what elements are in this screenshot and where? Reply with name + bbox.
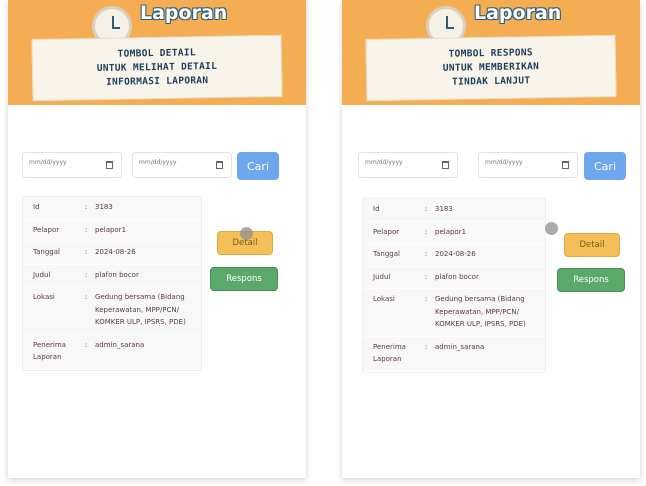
app-logo: Laporan xyxy=(140,2,228,24)
calendar-icon[interactable] xyxy=(216,161,223,169)
separator: : xyxy=(424,227,428,236)
judul-value: plafon bocor xyxy=(95,270,139,279)
report-row-id: Id : 3183 xyxy=(363,199,545,222)
caption-text: TOMBOL RESPONS UNTUK MEMBERIKAN TINDAK L… xyxy=(442,47,540,88)
separator: : xyxy=(84,248,88,256)
lokasi-value: Gedung bersama (Bidang Keperawatan, MPP/… xyxy=(95,293,186,326)
separator: : xyxy=(424,250,428,258)
start-date-input[interactable] xyxy=(365,159,429,166)
separator: : xyxy=(84,270,88,279)
report-card: Id : 3183 Pelapor : pelapor1 Tanggal : 2… xyxy=(362,198,546,373)
report-row-penerima: Penerima Laporan : admin_sarana xyxy=(363,337,545,372)
judul-value: plafon bocor xyxy=(435,272,479,281)
screenshot-panel-detail: Laporan TOMBOL DETAIL UNTUK MELIHAT DETA… xyxy=(8,0,306,478)
separator: : xyxy=(84,293,88,301)
search-button[interactable]: Cari xyxy=(237,152,279,180)
report-row-pelapor: Pelapor : pelapor1 xyxy=(363,222,545,244)
respons-button[interactable]: Respons xyxy=(210,267,278,291)
penerima-label: Penerima Laporan xyxy=(33,340,66,362)
tanggal-value: 2024-08-26 xyxy=(95,248,136,256)
screenshot-panel-respons: Laporan TOMBOL RESPONS UNTUK MEMBERIKAN … xyxy=(342,0,640,478)
report-row-lokasi: Lokasi : Gedung bersama (Bidang Keperawa… xyxy=(363,289,545,337)
end-date-field[interactable] xyxy=(478,152,578,178)
tanggal-label: Tanggal xyxy=(373,250,400,258)
penerima-value: admin_sarana xyxy=(435,342,485,351)
caption-note: TOMBOL DETAIL UNTUK MELIHAT DETAIL INFOR… xyxy=(31,34,283,102)
separator: : xyxy=(84,340,88,349)
caption-text: TOMBOL DETAIL UNTUK MELIHAT DETAIL INFOR… xyxy=(96,47,218,88)
calendar-icon[interactable] xyxy=(442,161,449,169)
search-button[interactable]: Cari xyxy=(584,152,626,180)
calendar-icon[interactable] xyxy=(106,161,113,169)
separator: : xyxy=(424,205,428,213)
report-row-pelapor: Pelapor : pelapor1 xyxy=(23,220,201,242)
report-row-tanggal: Tanggal : 2024-08-26 xyxy=(23,242,201,265)
lokasi-label: Lokasi xyxy=(373,295,395,303)
separator: : xyxy=(84,225,88,234)
start-date-field[interactable] xyxy=(358,152,458,178)
report-row-id: Id : 3183 xyxy=(23,197,201,220)
lokasi-value: Gedung bersama (Bidang Keperawatan, MPP/… xyxy=(435,295,526,328)
header-banner: Laporan TOMBOL DETAIL UNTUK MELIHAT DETA… xyxy=(8,0,306,105)
id-value: 3183 xyxy=(95,203,113,211)
id-value: 3183 xyxy=(435,205,453,213)
report-row-lokasi: Lokasi : Gedung bersama (Bidang Keperawa… xyxy=(23,287,201,335)
pelapor-value: pelapor1 xyxy=(435,227,467,236)
detail-button[interactable]: Detail xyxy=(564,233,620,257)
end-date-field[interactable] xyxy=(132,152,232,178)
date-filter: Cari xyxy=(358,152,628,180)
report-row-tanggal: Tanggal : 2024-08-26 xyxy=(363,244,545,267)
id-label: Id xyxy=(373,205,380,213)
pelapor-value: pelapor1 xyxy=(95,225,127,234)
id-label: Id xyxy=(33,203,40,211)
separator: : xyxy=(84,203,88,211)
judul-label: Judul xyxy=(373,272,391,281)
tanggal-label: Tanggal xyxy=(33,248,60,256)
tanggal-value: 2024-08-26 xyxy=(435,250,476,258)
respons-button[interactable]: Respons xyxy=(557,268,625,292)
caption-note: TOMBOL RESPONS UNTUK MEMBERIKAN TINDAK L… xyxy=(365,34,617,102)
separator: : xyxy=(424,295,428,303)
end-date-input[interactable] xyxy=(485,159,549,166)
report-row-judul: Judul : plafon bocor xyxy=(363,267,545,289)
calendar-icon[interactable] xyxy=(562,161,569,169)
date-filter: Cari xyxy=(22,152,292,180)
pelapor-label: Pelapor xyxy=(33,225,60,234)
start-date-input[interactable] xyxy=(29,159,93,166)
separator: : xyxy=(424,342,428,351)
pelapor-label: Pelapor xyxy=(373,227,400,236)
app-logo: Laporan xyxy=(474,2,562,24)
report-card: Id : 3183 Pelapor : pelapor1 Tanggal : 2… xyxy=(22,196,202,371)
start-date-field[interactable] xyxy=(22,152,122,178)
end-date-input[interactable] xyxy=(139,159,203,166)
lokasi-label: Lokasi xyxy=(33,293,55,301)
report-row-judul: Judul : plafon bocor xyxy=(23,265,201,287)
touch-indicator xyxy=(240,227,253,240)
separator: : xyxy=(424,272,428,281)
touch-indicator xyxy=(545,222,558,235)
penerima-value: admin_sarana xyxy=(95,340,145,349)
report-row-penerima: Penerima Laporan : admin_sarana xyxy=(23,335,201,370)
judul-label: Judul xyxy=(33,270,51,279)
penerima-label: Penerima Laporan xyxy=(373,342,406,364)
header-banner: Laporan TOMBOL RESPONS UNTUK MEMBERIKAN … xyxy=(342,0,640,105)
